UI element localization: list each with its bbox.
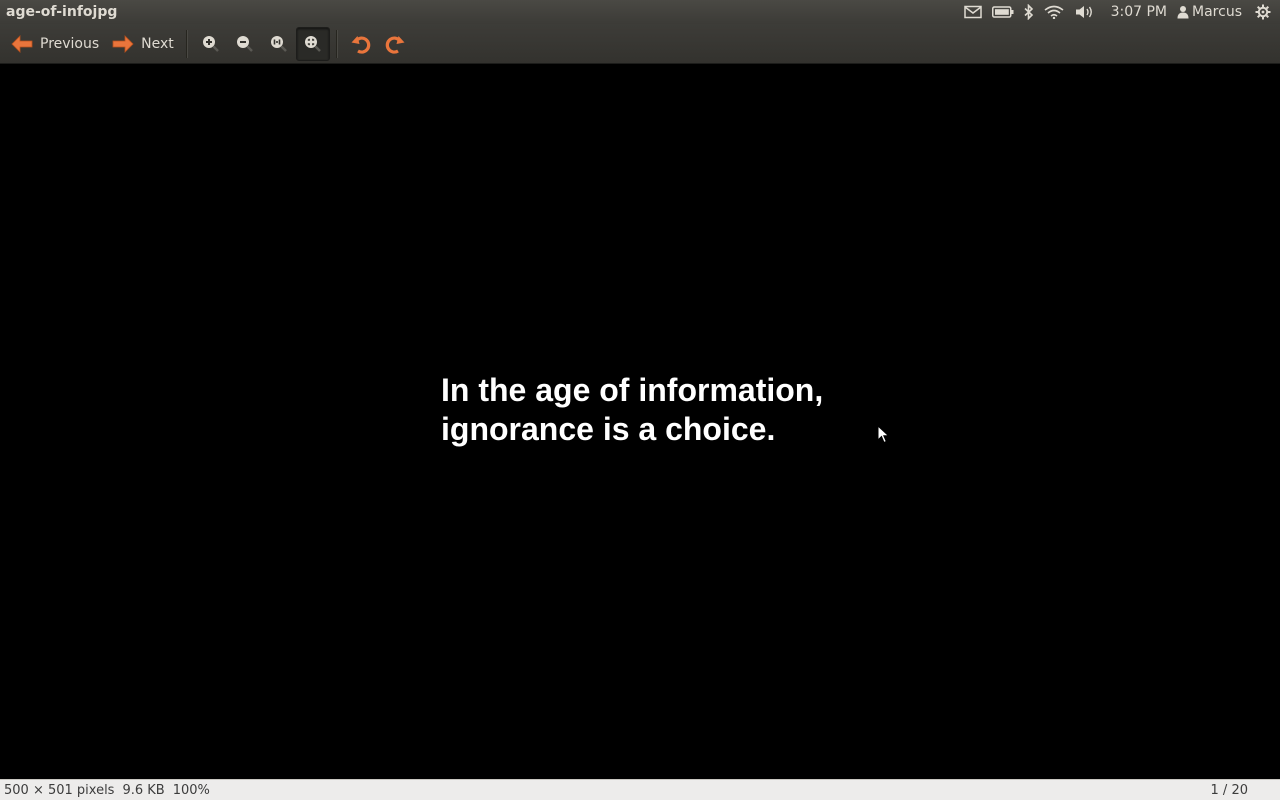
- image-viewport[interactable]: In the age of information, ignorance is …: [0, 64, 1280, 779]
- normal-size-icon: [270, 35, 287, 52]
- clock[interactable]: 3:07 PM: [1101, 0, 1175, 24]
- toolbar-separator: [335, 29, 338, 58]
- wifi-icon[interactable]: [1039, 0, 1069, 24]
- image-position: 1 / 20: [1210, 782, 1248, 798]
- previous-label: Previous: [40, 35, 100, 52]
- normal-size-button[interactable]: [262, 27, 296, 61]
- image-quote-text: In the age of information, ignorance is …: [441, 372, 824, 447]
- zoom-in-icon: [202, 35, 219, 52]
- user-name: Marcus: [1192, 4, 1242, 20]
- user-icon: [1177, 6, 1189, 19]
- user-menu[interactable]: Marcus: [1175, 0, 1250, 24]
- toolbar-separator: [185, 29, 188, 58]
- window-title: age-of-infojpg: [6, 4, 118, 20]
- top-panel: age-of-infojpg 3:07 PM Marcus: [0, 0, 1280, 24]
- zoom-out-button[interactable]: [228, 27, 262, 61]
- indicator-area: 3:07 PM Marcus: [959, 0, 1280, 24]
- arrow-right-icon: [112, 34, 134, 53]
- zoom-level: 100%: [172, 782, 210, 798]
- battery-icon[interactable]: [987, 0, 1019, 24]
- displayed-image: In the age of information, ignorance is …: [390, 171, 890, 672]
- next-button[interactable]: Next: [105, 27, 180, 61]
- best-fit-icon: [304, 35, 321, 52]
- arrow-left-icon: [11, 34, 33, 53]
- bluetooth-icon[interactable]: [1019, 0, 1039, 24]
- rotate-left-button[interactable]: [344, 27, 378, 61]
- best-fit-button[interactable]: [295, 26, 330, 61]
- rotate-right-icon: [385, 35, 405, 54]
- file-size: 9.6 KB: [122, 782, 165, 798]
- speaker-icon[interactable]: [1069, 0, 1101, 24]
- power-gear-icon[interactable]: [1250, 0, 1276, 24]
- zoom-out-icon: [236, 35, 253, 52]
- mouse-pointer-icon: [877, 425, 890, 444]
- image-dimensions: 500 × 501 pixels: [4, 782, 115, 798]
- next-label: Next: [141, 35, 174, 52]
- zoom-in-button[interactable]: [194, 27, 228, 61]
- toolbar: Previous Next: [0, 24, 1280, 64]
- status-bar: 500 × 501 pixels 9.6 KB 100% 1 / 20: [0, 779, 1280, 800]
- previous-button[interactable]: Previous: [4, 27, 105, 61]
- rotate-left-icon: [351, 35, 371, 54]
- rotate-right-button[interactable]: [378, 27, 412, 61]
- envelope-icon[interactable]: [959, 0, 987, 24]
